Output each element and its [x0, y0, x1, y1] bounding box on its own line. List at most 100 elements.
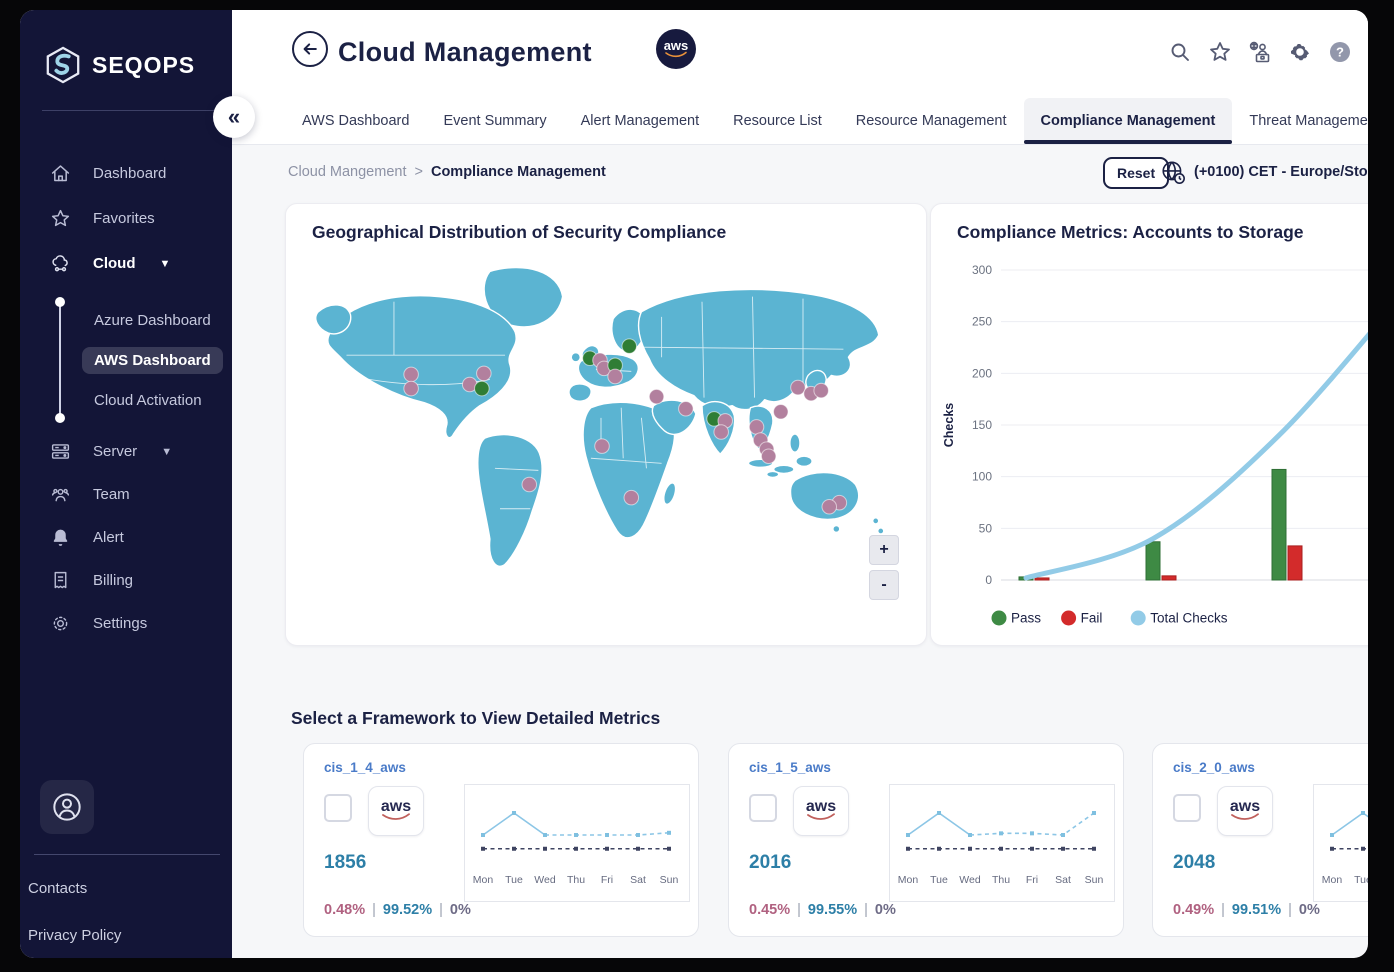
fail-percentage: 0.45% [749, 902, 790, 918]
legend-swatch [1131, 611, 1146, 626]
framework-count: 2016 [749, 852, 791, 874]
aws-provider-badge: aws [656, 29, 696, 69]
framework-checkbox[interactable] [749, 794, 777, 822]
sidebar-item-azure-dashboard[interactable]: Azure Dashboard [20, 300, 232, 340]
arrow-left-icon [300, 39, 320, 59]
map-marker-noncompliant[interactable] [679, 401, 694, 416]
framework-name-link[interactable]: cis_2_0_aws [1173, 760, 1255, 775]
map-marker-noncompliant[interactable] [595, 439, 610, 454]
aws-smile-icon [806, 813, 836, 822]
map-marker-noncompliant[interactable] [814, 383, 829, 398]
y-axis-label: Checks [942, 403, 956, 448]
map-marker-noncompliant[interactable] [749, 420, 764, 435]
framework-card-cis_1_5_aws[interactable]: cis_1_5_awsaws2016MonTueWedThuFriSatSun0… [728, 743, 1124, 937]
aws-smile-icon [1230, 813, 1260, 822]
map-marker-noncompliant[interactable] [822, 499, 837, 514]
map-zoom-in-button[interactable]: + [869, 535, 899, 565]
bar-pass[interactable] [1146, 542, 1160, 580]
sidebar-item-billing[interactable]: Billing [20, 559, 232, 602]
framework-percentages: 0.45%|99.55%|0% [749, 902, 896, 918]
map-marker-noncompliant[interactable] [404, 381, 419, 396]
tab-threat-management[interactable]: Threat Management [1232, 98, 1368, 144]
fail-percentage: 0.48% [324, 902, 365, 918]
main-content: Cloud Management aws [232, 10, 1368, 958]
sidebar-item-team[interactable]: Team [20, 473, 232, 516]
back-button[interactable] [292, 31, 328, 67]
framework-checkbox[interactable] [324, 794, 352, 822]
geo-distribution-card: Geographical Distribution of Security Co… [285, 203, 927, 646]
map-marker-noncompliant[interactable] [404, 367, 419, 382]
y-axis-tick: 0 [985, 573, 992, 587]
map-marker-noncompliant[interactable] [624, 490, 639, 505]
team-icon [50, 484, 71, 505]
sidebar-item-label: Dashboard [93, 165, 166, 182]
privacy-policy-link[interactable]: Privacy Policy [28, 927, 121, 944]
contacts-link[interactable]: Contacts [28, 880, 87, 897]
bar-fail[interactable] [1288, 546, 1302, 580]
map-marker-noncompliant[interactable] [714, 425, 729, 440]
sidebar-item-dashboard[interactable]: Dashboard [20, 151, 232, 196]
tab-compliance-management[interactable]: Compliance Management [1024, 98, 1233, 144]
map-marker-noncompliant[interactable] [477, 366, 492, 381]
tab-event-summary[interactable]: Event Summary [426, 98, 563, 144]
fail-percentage: 0.49% [1173, 902, 1214, 918]
svg-text:?: ? [1336, 45, 1344, 60]
framework-card-cis_2_0_aws[interactable]: cis_2_0_awsaws2048MonTueWedThuFriSatSun0… [1152, 743, 1368, 937]
sidebar-item-server[interactable]: Server ▼ [20, 430, 232, 473]
bar-fail[interactable] [1162, 576, 1176, 580]
support-agent-icon[interactable] [1248, 40, 1272, 64]
framework-checkbox[interactable] [1173, 794, 1201, 822]
help-icon[interactable]: ? [1328, 40, 1352, 64]
framework-name-link[interactable]: cis_1_5_aws [749, 760, 831, 775]
sidebar-collapse-button[interactable]: « [213, 96, 255, 138]
map-card-title: Geographical Distribution of Security Co… [312, 222, 726, 243]
aws-logo-tile: aws [793, 786, 849, 836]
bar-fail[interactable] [1035, 578, 1049, 580]
bar-pass[interactable] [1272, 469, 1286, 580]
legend-swatch [992, 611, 1007, 626]
framework-name-link[interactable]: cis_1_4_aws [324, 760, 406, 775]
framework-percentages: 0.48%|99.52%|0% [324, 902, 471, 918]
map-marker-noncompliant[interactable] [522, 477, 537, 492]
map-marker-noncompliant[interactable] [608, 369, 623, 384]
chart-card-title: Compliance Metrics: Accounts to Storage [957, 222, 1304, 243]
y-axis-tick: 150 [972, 418, 992, 432]
framework-count: 2048 [1173, 852, 1215, 874]
y-axis-tick: 100 [972, 470, 992, 484]
map-marker-noncompliant[interactable] [649, 389, 664, 404]
separator: | [864, 902, 868, 918]
sidebar-item-favorites[interactable]: Favorites [20, 196, 232, 241]
legend-label: Pass [1011, 611, 1041, 626]
chevron-down-icon: ▼ [160, 258, 171, 270]
sidebar-item-cloud[interactable]: Cloud ▼ [20, 241, 232, 286]
framework-card-cis_1_4_aws[interactable]: cis_1_4_awsaws1856MonTueWedThuFriSatSun0… [303, 743, 699, 937]
map-zoom-out-button[interactable]: - [869, 570, 899, 600]
user-avatar-button[interactable] [40, 780, 94, 834]
submenu-label: AWS Dashboard [82, 347, 223, 374]
tab-alert-management[interactable]: Alert Management [564, 98, 716, 144]
aws-logo-text: aws [1230, 800, 1260, 813]
pass-percentage: 99.55% [808, 902, 857, 918]
tab-resource-list[interactable]: Resource List [716, 98, 839, 144]
settings-gear-icon[interactable] [1288, 40, 1312, 64]
gear-icon [50, 613, 71, 634]
tab-bar: AWS Dashboard Event Summary Alert Manage… [232, 98, 1368, 145]
sidebar-item-settings[interactable]: Settings [20, 602, 232, 645]
sidebar-item-aws-dashboard[interactable]: AWS Dashboard [20, 340, 232, 380]
breadcrumb-current: Compliance Management [431, 164, 606, 180]
breadcrumb-parent[interactable]: Cloud Mangement [288, 164, 407, 180]
bell-icon [50, 527, 71, 548]
map-marker-compliant[interactable] [475, 381, 490, 396]
sidebar-item-cloud-activation[interactable]: Cloud Activation [20, 380, 232, 420]
legend-label: Total Checks [1150, 611, 1228, 626]
favorites-star-icon[interactable] [1208, 40, 1232, 64]
tab-resource-management[interactable]: Resource Management [839, 98, 1024, 144]
map-marker-noncompliant[interactable] [774, 405, 789, 420]
search-icon[interactable] [1168, 40, 1192, 64]
sidebar-item-alert[interactable]: Alert [20, 516, 232, 559]
framework-percentages: 0.49%|99.51%|0% [1173, 902, 1320, 918]
map-marker-noncompliant[interactable] [791, 380, 806, 395]
map-marker-noncompliant[interactable] [761, 449, 776, 464]
map-marker-compliant[interactable] [622, 339, 637, 354]
tab-aws-dashboard[interactable]: AWS Dashboard [285, 98, 426, 144]
